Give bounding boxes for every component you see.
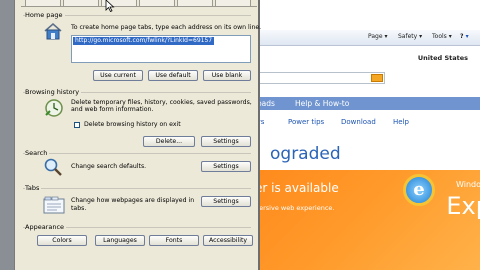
search-magnifier-icon: [44, 158, 62, 176]
promo-brand-big: Exp: [446, 192, 480, 220]
page-headline: ograded: [270, 144, 341, 164]
tabs-windows-icon: [43, 196, 65, 214]
home-house-icon: [44, 23, 62, 40]
safety-menu[interactable]: Safety ▾: [398, 33, 422, 40]
tools-menu[interactable]: Tools ▾: [432, 33, 452, 40]
delete-on-exit-checkbox[interactable]: [74, 122, 80, 128]
site-nav-bar: loads Help & How-to: [253, 97, 480, 110]
help-menu[interactable]: ? ▾: [460, 33, 469, 40]
sub-link-download[interactable]: Download: [341, 118, 376, 126]
internet-options-dialog: Home page To create home page tabs, type…: [14, 0, 262, 270]
sub-link-power-tips[interactable]: Power tips: [288, 118, 324, 126]
tab-content[interactable]: [139, 0, 175, 6]
tab-security[interactable]: [63, 0, 99, 6]
region-label[interactable]: United States: [418, 54, 468, 62]
promo-subtitle: nersive web experience.: [255, 204, 335, 212]
delete-history-button[interactable]: Delete...: [143, 136, 195, 147]
command-bar: Page ▾ Safety ▾ Tools ▾ ? ▾: [240, 30, 480, 46]
use-blank-button[interactable]: Use blank: [203, 70, 251, 81]
page-content: United States loads Help & How-to ws Pow…: [252, 46, 480, 270]
ie-logo-icon: e: [403, 174, 435, 206]
help-icon: ?: [460, 33, 464, 40]
browsing-history-heading: Browsing history: [25, 88, 82, 96]
appearance-heading: Appearance: [25, 223, 67, 231]
fonts-button[interactable]: Fonts: [149, 235, 199, 246]
tabs-settings-button[interactable]: Settings: [201, 196, 251, 207]
tabs-group: [23, 188, 251, 189]
dialog-tab-strip: [21, 0, 257, 7]
browser-window: Page ▾ Safety ▾ Tools ▾ ? ▾ United State…: [240, 0, 480, 270]
tab-connections[interactable]: [177, 0, 213, 6]
home-page-instruction: To create home page tabs, type each addr…: [71, 24, 262, 31]
sub-link-help[interactable]: Help: [393, 118, 409, 126]
search-go-icon[interactable]: [371, 74, 383, 82]
use-default-button[interactable]: Use default: [148, 70, 198, 81]
history-clock-icon: [45, 99, 63, 117]
colors-button[interactable]: Colors: [37, 235, 87, 246]
search-heading: Search: [25, 149, 50, 157]
tab-general[interactable]: [25, 0, 61, 6]
search-group: [23, 153, 251, 154]
safety-menu-label: Safety: [398, 33, 418, 40]
home-page-heading: Home page: [25, 11, 65, 19]
page-menu-label: Page: [368, 33, 383, 40]
accessibility-button[interactable]: Accessibility: [203, 235, 253, 246]
promo-title: er is available: [255, 181, 339, 195]
ie-promo-banner[interactable]: er is available nersive web experience. …: [253, 170, 480, 270]
tabs-description-2: tabs.: [71, 205, 87, 212]
tabs-heading: Tabs: [25, 184, 42, 192]
delete-on-exit-label: Delete browsing history on exit: [84, 121, 181, 128]
search-settings-button[interactable]: Settings: [201, 161, 251, 172]
web-search-box[interactable]: [253, 72, 385, 84]
history-settings-button[interactable]: Settings: [201, 136, 251, 147]
languages-button[interactable]: Languages: [95, 235, 145, 246]
browsing-history-description-1: Delete temporary files, history, cookies…: [71, 99, 252, 106]
search-description: Change search defaults.: [71, 163, 147, 170]
tools-menu-label: Tools: [432, 33, 447, 40]
home-page-url-textarea[interactable]: http://go.microsoft.com/fwlink/?LinkId=6…: [71, 35, 251, 63]
page-menu[interactable]: Page ▾: [368, 33, 387, 40]
home-page-url: http://go.microsoft.com/fwlink/?LinkId=6…: [73, 37, 215, 45]
use-current-button[interactable]: Use current: [93, 70, 143, 81]
browsing-history-description-2: and web form information.: [71, 106, 154, 113]
tab-programs[interactable]: [215, 0, 251, 6]
promo-brand-top: Windo: [456, 180, 480, 189]
nav-link-help[interactable]: Help & How-to: [295, 99, 349, 108]
mouse-cursor-icon: [105, 0, 115, 12]
tabs-description-1: Change how webpages are displayed in: [71, 197, 195, 204]
